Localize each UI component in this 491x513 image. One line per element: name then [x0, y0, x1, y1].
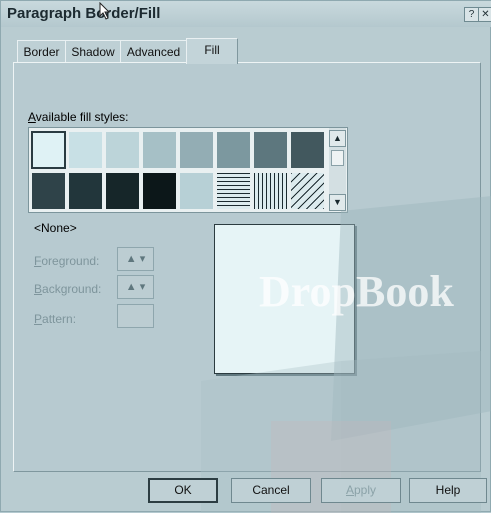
window-title: Paragraph Border/Fill [7, 5, 161, 22]
tab-shadow[interactable]: Shadow [65, 40, 121, 63]
tab-fill[interactable]: Fill [186, 38, 238, 64]
ok-button[interactable]: OK [148, 478, 218, 503]
help-button[interactable]: Help [409, 478, 487, 503]
bucket-icon: ▲ [125, 281, 137, 293]
title-bar: Paragraph Border/Fill ? ✕ [1, 1, 491, 27]
scroll-thumb[interactable] [331, 150, 344, 166]
mouse-cursor-icon [99, 2, 111, 20]
fill-swatch[interactable] [106, 173, 139, 209]
close-icon[interactable]: ✕ [478, 7, 491, 22]
apply-button[interactable]: Apply [321, 478, 401, 503]
background-label: Background: [34, 282, 102, 296]
fill-styles-grid[interactable] [28, 127, 348, 213]
fill-swatch-none[interactable] [31, 131, 66, 169]
fill-swatch[interactable] [180, 132, 213, 168]
paragraph-border-fill-dialog: Paragraph Border/Fill ? ✕ Border Shadow … [0, 0, 491, 513]
fill-styles-scrollbar[interactable]: ▲ ▼ [329, 128, 346, 211]
pattern-label: Pattern: [34, 312, 77, 326]
help-icon[interactable]: ? [464, 7, 479, 22]
cancel-button[interactable]: Cancel [231, 478, 311, 503]
fill-swatch[interactable] [69, 173, 102, 209]
fill-preview [214, 224, 355, 374]
fill-swatch[interactable] [143, 132, 176, 168]
scroll-up-icon[interactable]: ▲ [329, 130, 346, 147]
fill-swatch-vertical-lines[interactable] [254, 173, 287, 209]
foreground-color-button[interactable]: ▲ ▾ [117, 247, 154, 271]
fill-swatch-horizontal-lines[interactable] [217, 173, 250, 209]
foreground-label: Foreground: [34, 254, 100, 268]
tab-border[interactable]: Border [17, 40, 66, 63]
pattern-button[interactable] [117, 304, 154, 328]
chevron-down-icon: ▾ [139, 253, 146, 265]
fill-swatch[interactable] [217, 132, 250, 168]
fill-swatch[interactable] [69, 132, 102, 168]
chevron-down-icon: ▾ [139, 281, 146, 293]
bucket-icon: ▲ [125, 253, 137, 265]
fill-swatch[interactable] [106, 132, 139, 168]
fill-swatch[interactable] [254, 132, 287, 168]
scroll-down-icon[interactable]: ▼ [329, 194, 346, 211]
fill-swatch-diagonal-lines[interactable] [291, 173, 324, 209]
fill-swatch[interactable] [180, 173, 213, 209]
fill-swatch[interactable] [32, 173, 65, 209]
available-fill-styles-label: Available fill styles: [28, 110, 129, 124]
tab-advanced[interactable]: Advanced [120, 40, 187, 63]
selected-fill-style-name: <None> [34, 221, 77, 235]
fill-swatch[interactable] [143, 173, 176, 209]
fill-swatch[interactable] [291, 132, 324, 168]
background-color-button[interactable]: ▲ ▾ [117, 275, 154, 299]
